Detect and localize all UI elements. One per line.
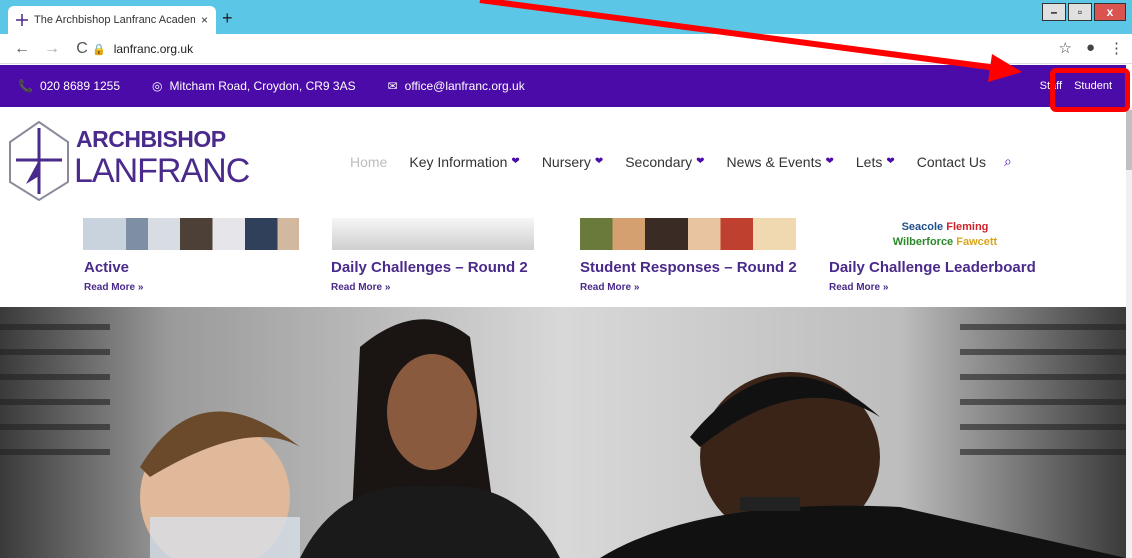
house-seacole: Seacole <box>901 221 944 233</box>
window-controls: – ▫ x <box>1042 3 1126 21</box>
post-item: Daily Challenges – Round 2 Read More » <box>331 259 528 293</box>
house-fleming: Fleming <box>946 221 989 233</box>
scrollbar-thumb[interactable] <box>1126 110 1132 170</box>
address-text: Mitcham Road, Croydon, CR9 3AS <box>169 79 356 93</box>
post-thumbnail-student-responses[interactable] <box>580 218 796 250</box>
post-title[interactable]: Daily Challenges – Round 2 <box>331 259 528 276</box>
house-wilberforce: Wilberforce <box>892 236 954 248</box>
maximize-button[interactable]: ▫ <box>1068 3 1092 21</box>
hero-image <box>0 307 1126 558</box>
read-more-link[interactable]: Read More » <box>580 282 797 293</box>
main-nav: Home Key Information ❤ Nursery ❤ Secondary… <box>350 153 1012 170</box>
search-icon[interactable]: ⌕ <box>1004 153 1012 170</box>
address-bar: ← → C 🔒 lanfranc.org.uk ☆ ● ⋮ <box>0 34 1132 64</box>
chevron-down-icon: ❤ <box>886 156 895 167</box>
chevron-down-icon: ❤ <box>825 156 834 167</box>
post-item: Daily Challenge Leaderboard Read More » <box>829 259 1036 293</box>
menu-icon[interactable]: ⋮ <box>1109 39 1124 57</box>
logo-line-1: ARCHBISHOP <box>76 126 226 152</box>
close-window-button[interactable]: x <box>1094 3 1126 21</box>
read-more-link[interactable]: Read More » <box>829 282 1036 293</box>
page-scrollbar[interactable] <box>1126 107 1132 558</box>
contact-bar: 📞 020 8689 1255 ◎ Mitcham Road, Croydon,… <box>0 65 1126 107</box>
nav-nursery[interactable]: Nursery ❤ <box>542 153 603 170</box>
tab-close-icon[interactable]: × <box>201 13 208 27</box>
nav-contact-us[interactable]: Contact Us <box>917 153 986 170</box>
post-item: Student Responses – Round 2 Read More » <box>580 259 797 293</box>
students-photo <box>0 307 1126 558</box>
browser-tab-strip: The Archbishop Lanfranc Academ × + – ▫ x <box>0 0 1132 34</box>
lock-icon: 🔒 <box>92 43 106 56</box>
browser-tab[interactable]: The Archbishop Lanfranc Academ × <box>8 6 216 34</box>
read-more-link[interactable]: Read More » <box>84 282 143 293</box>
phone-number[interactable]: 020 8689 1255 <box>40 79 120 93</box>
minimize-button[interactable]: – <box>1042 3 1066 21</box>
nav-lets[interactable]: Lets ❤ <box>856 153 895 170</box>
back-icon[interactable]: ← <box>14 40 30 58</box>
post-thumbnail-daily-challenges[interactable] <box>332 218 534 250</box>
new-tab-button[interactable]: + <box>222 8 233 29</box>
nav-secondary[interactable]: Secondary ❤ <box>625 153 704 170</box>
logo-line-2: LANFRANC <box>74 152 250 190</box>
annotation-highlight-box <box>1050 68 1130 112</box>
url-field[interactable]: 🔒 lanfranc.org.uk <box>92 38 1052 60</box>
post-thumbnail-leaderboard[interactable]: Seacole Fleming Wilberforce Fawcett <box>880 220 1010 250</box>
school-logo[interactable]: ARCHBISHOP LANFRANC <box>8 120 250 202</box>
url-text: lanfranc.org.uk <box>113 42 194 56</box>
chevron-down-icon: ❤ <box>594 156 604 167</box>
favicon-icon <box>16 14 28 26</box>
post-thumbnail-active[interactable] <box>83 218 299 250</box>
email-link[interactable]: office@lanfranc.org.uk <box>405 79 525 93</box>
chevron-down-icon: ❤ <box>696 156 705 167</box>
post-item: Active Read More » <box>84 259 143 293</box>
crest-icon <box>9 120 69 202</box>
bookmark-star-icon[interactable]: ☆ <box>1058 39 1071 57</box>
nav-news-events[interactable]: News & Events ❤ <box>727 153 834 170</box>
post-title[interactable]: Student Responses – Round 2 <box>580 259 797 276</box>
location-pin-icon: ◎ <box>152 79 163 93</box>
mail-icon: ✉ <box>387 79 398 93</box>
post-title[interactable]: Active <box>84 259 143 276</box>
nav-home[interactable]: Home <box>350 153 387 170</box>
phone-icon: 📞 <box>18 79 33 93</box>
reload-icon[interactable]: C <box>74 40 90 58</box>
post-title[interactable]: Daily Challenge Leaderboard <box>829 259 1036 276</box>
profile-icon[interactable]: ● <box>1086 39 1095 57</box>
forward-icon[interactable]: → <box>44 40 60 58</box>
nav-key-information[interactable]: Key Information ❤ <box>409 153 519 170</box>
house-fawcett: Fawcett <box>956 236 998 248</box>
read-more-link[interactable]: Read More » <box>331 282 528 293</box>
tab-title: The Archbishop Lanfranc Academ <box>34 14 195 26</box>
chevron-down-icon: ❤ <box>511 156 520 167</box>
